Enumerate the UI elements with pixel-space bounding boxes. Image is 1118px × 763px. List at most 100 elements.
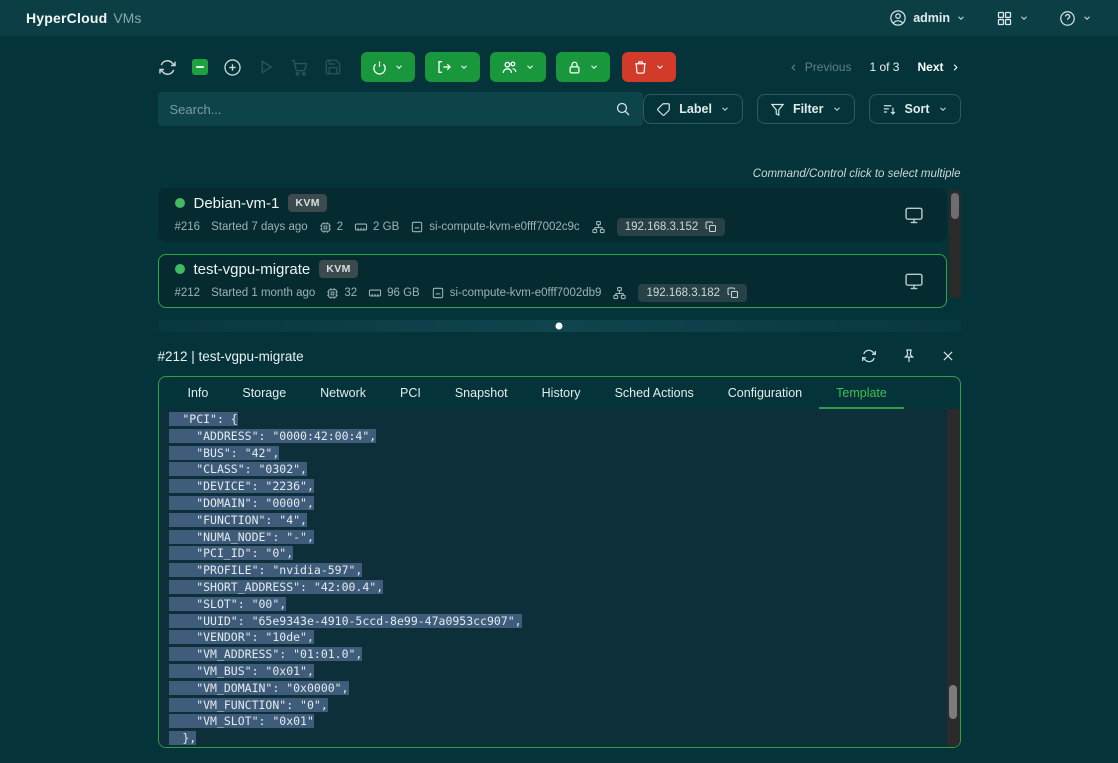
vm-name: Debian-vm-1 [194,195,280,212]
code-line: "UUID": "65e9343e-4910-5ccd-8e99-47a0953… [169,613,960,630]
vm-cpu: 2 [337,221,343,233]
vm-ram: 96 GB [387,287,420,299]
save-button[interactable] [324,58,342,76]
tab-info[interactable]: Info [171,377,226,409]
user-name: admin [913,11,950,25]
code-line: "DEVICE": "2236", [169,478,960,495]
detail-title: #212 | test-vgpu-migrate [158,349,304,364]
vm-row-test-vgpu-migrate[interactable]: test-vgpu-migrate KVM #212 Started 1 mon… [158,254,947,308]
create-vm-button[interactable] [223,58,242,77]
label-dropdown-button[interactable]: Label [643,94,743,124]
users-icon [501,59,518,76]
pagination: Previous 1 of 3 Next [788,60,961,74]
detail-refresh-button[interactable] [861,348,877,364]
host-icon [410,220,424,234]
vm-row-debian-vm-1[interactable]: Debian-vm-1 KVM #216 Started 7 days ago … [158,188,947,242]
chevron-down-icon [938,104,948,114]
tab-sched-actions[interactable]: Sched Actions [598,377,711,409]
vm-cpu: 32 [344,287,357,299]
panel-resize-handle[interactable] [158,320,961,332]
vm-detail-panel: InfoStorageNetworkPCISnapshotHistorySche… [158,376,961,748]
chevron-down-icon [1019,13,1029,23]
chevron-down-icon [525,62,535,72]
apps-grid-icon [996,10,1013,27]
tab-pci[interactable]: PCI [383,377,438,409]
chevron-right-icon [950,62,961,73]
code-line: "VM_FUNCTION": "0", [169,697,960,714]
brand-section: VMs [113,10,141,26]
tab-snapshot[interactable]: Snapshot [438,377,525,409]
code-line: "VM_SLOT": "0x01" [169,713,960,730]
vm-ip-pill[interactable]: 192.168.3.152 [617,218,726,236]
vm-ip-pill[interactable]: 192.168.3.182 [638,284,747,302]
code-line: "PCI_ID": "0", [169,545,960,562]
help-menu[interactable] [1059,10,1092,27]
code-line: "ADDRESS": "0000:42:00:4", [169,428,960,445]
vm-host: si-compute-kvm-e0fff7002db9 [450,287,602,299]
code-line: "BUS": "42", [169,445,960,462]
chevron-down-icon [459,62,469,72]
search-box [158,92,644,126]
chevron-down-icon [832,104,842,114]
scrollbar-thumb[interactable] [951,193,959,219]
code-line: "CLASS": "0302", [169,461,960,478]
power-actions-button[interactable] [361,52,415,82]
vnc-console-button[interactable] [904,271,930,291]
search-input[interactable] [170,102,616,117]
tab-configuration[interactable]: Configuration [711,377,819,409]
search-icon [615,101,631,117]
apps-menu[interactable] [996,10,1029,27]
vnc-console-button[interactable] [904,205,930,225]
tab-template[interactable]: Template [819,377,904,409]
vm-ram: 2 GB [373,221,399,233]
memory-icon [368,286,382,300]
code-line: "DOMAIN": "0000", [169,495,960,512]
code-line: "NUMA_NODE": "-", [169,529,960,546]
vm-list-scrollbar[interactable] [949,190,961,298]
migrate-actions-button[interactable] [425,52,480,82]
terminate-actions-button[interactable] [622,52,676,82]
migrate-icon [436,59,452,75]
code-line: "VENDOR": "10de", [169,629,960,646]
code-line: "VM_ADDRESS": "01:01.0", [169,646,960,663]
scrollbar-thumb[interactable] [949,685,957,719]
resume-button[interactable] [257,58,275,76]
vm-started: Started 7 days ago [211,221,308,233]
pin-button[interactable] [901,348,917,364]
code-line: "SLOT": "00", [169,596,960,613]
filter-dropdown-button[interactable]: Filter [757,94,855,124]
monitor-icon [904,205,924,225]
label-tag-icon [656,102,671,117]
previous-page-button[interactable]: Previous [788,60,852,74]
help-icon [1059,10,1076,27]
lock-actions-button[interactable] [556,52,610,82]
vm-id: #216 [175,221,201,233]
chevron-down-icon [655,62,665,72]
detail-header: #212 | test-vgpu-migrate [158,338,961,374]
ownership-actions-button[interactable] [490,52,546,82]
code-line: "FUNCTION": "4", [169,512,960,529]
select-all-checkbox[interactable] [192,59,208,75]
host-icon [431,286,445,300]
tab-history[interactable]: History [525,377,598,409]
network-icon [612,286,627,301]
chevron-down-icon [720,104,730,114]
indeterminate-icon [196,66,204,68]
next-page-button[interactable]: Next [917,60,960,74]
code-line: "PCI": { [169,411,960,428]
power-icon [372,60,387,75]
code-line: "VM_BUS": "0x01", [169,663,960,680]
sort-dropdown-button[interactable]: Sort [869,94,961,124]
tab-storage[interactable]: Storage [225,377,303,409]
memory-icon [354,220,368,234]
template-code[interactable]: "PCI": { "ADDRESS": "0000:42:00:4", "BUS… [159,409,960,747]
user-circle-icon [889,9,907,27]
page-indicator: 1 of 3 [869,60,899,74]
user-menu[interactable]: admin [889,9,966,27]
brand-name: HyperCloud [26,10,107,26]
refresh-button[interactable] [158,58,177,77]
code-scrollbar[interactable] [947,409,960,747]
marketplace-button[interactable] [290,58,309,77]
tab-network[interactable]: Network [303,377,383,409]
close-icon[interactable] [941,349,955,363]
